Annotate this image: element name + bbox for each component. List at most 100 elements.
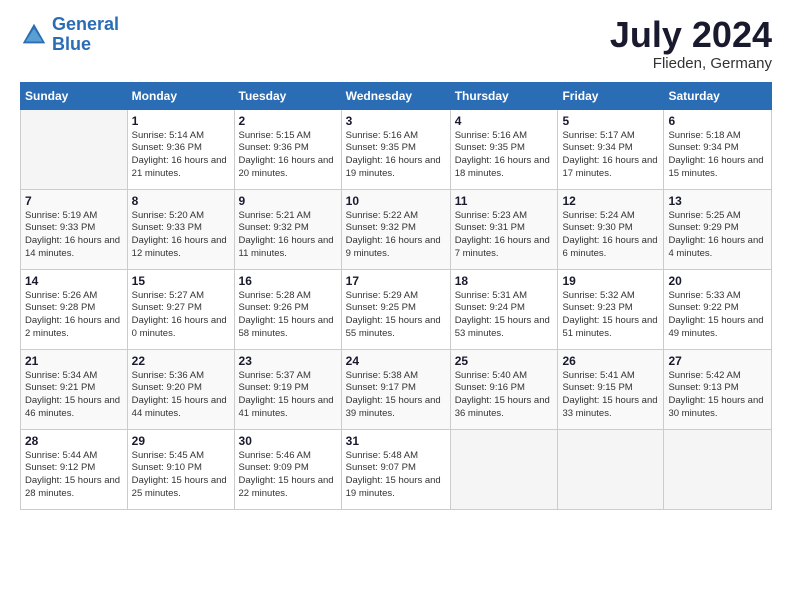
day-info: Sunrise: 5:16 AMSunset: 9:35 PMDaylight:…	[346, 130, 446, 181]
day-info: Sunrise: 5:34 AMSunset: 9:21 PMDaylight:…	[25, 370, 123, 421]
calendar-cell: 15 Sunrise: 5:27 AMSunset: 9:27 PMDayligh…	[127, 269, 234, 349]
day-info: Sunrise: 5:42 AMSunset: 9:13 PMDaylight:…	[668, 370, 767, 421]
day-number: 31	[346, 434, 446, 448]
day-number: 13	[668, 194, 767, 208]
day-number: 2	[239, 114, 337, 128]
day-number: 3	[346, 114, 446, 128]
day-info: Sunrise: 5:18 AMSunset: 9:34 PMDaylight:…	[668, 130, 767, 181]
calendar-cell: 30 Sunrise: 5:46 AMSunset: 9:09 PMDayligh…	[234, 429, 341, 509]
calendar-cell	[664, 429, 772, 509]
calendar-cell: 1 Sunrise: 5:14 AMSunset: 9:36 PMDaylight…	[127, 109, 234, 189]
day-number: 25	[455, 354, 554, 368]
day-number: 29	[132, 434, 230, 448]
calendar-cell: 8Sunrise: 5:20 AMSunset: 9:33 PMDaylight…	[127, 189, 234, 269]
calendar-cell: 31 Sunrise: 5:48 AMSunset: 9:07 PMDayligh…	[341, 429, 450, 509]
day-number: 10	[346, 194, 446, 208]
calendar-table: SundayMondayTuesdayWednesdayThursdayFrid…	[20, 82, 772, 510]
calendar-cell: 14 Sunrise: 5:26 AMSunset: 9:28 PMDayligh…	[21, 269, 128, 349]
calendar-cell: 26 Sunrise: 5:41 AMSunset: 9:15 PMDayligh…	[558, 349, 664, 429]
calendar-cell: 19 Sunrise: 5:32 AMSunset: 9:23 PMDayligh…	[558, 269, 664, 349]
calendar-cell	[558, 429, 664, 509]
week-row-4: 21Sunrise: 5:34 AMSunset: 9:21 PMDayligh…	[21, 349, 772, 429]
day-info: Sunrise: 5:26 AMSunset: 9:28 PMDaylight:…	[25, 290, 123, 341]
title-block: July 2024 Flieden, Germany	[610, 15, 772, 72]
week-row-3: 14 Sunrise: 5:26 AMSunset: 9:28 PMDayligh…	[21, 269, 772, 349]
day-info: Sunrise: 5:40 AMSunset: 9:16 PMDaylight:…	[455, 370, 554, 421]
day-info: Sunrise: 5:14 AMSunset: 9:36 PMDaylight:…	[132, 130, 230, 181]
day-info: Sunrise: 5:48 AMSunset: 9:07 PMDaylight:…	[346, 450, 446, 501]
day-number: 20	[668, 274, 767, 288]
day-number: 28	[25, 434, 123, 448]
calendar-cell: 22 Sunrise: 5:36 AMSunset: 9:20 PMDayligh…	[127, 349, 234, 429]
week-row-2: 7Sunrise: 5:19 AMSunset: 9:33 PMDaylight…	[21, 189, 772, 269]
logo: General Blue	[20, 15, 119, 55]
day-number: 11	[455, 194, 554, 208]
weekday-header-row: SundayMondayTuesdayWednesdayThursdayFrid…	[21, 82, 772, 109]
day-info: Sunrise: 5:25 AMSunset: 9:29 PMDaylight:…	[668, 210, 767, 261]
day-info: Sunrise: 5:41 AMSunset: 9:15 PMDaylight:…	[562, 370, 659, 421]
calendar-cell: 12 Sunrise: 5:24 AMSunset: 9:30 PMDayligh…	[558, 189, 664, 269]
calendar-cell: 18 Sunrise: 5:31 AMSunset: 9:24 PMDayligh…	[450, 269, 558, 349]
weekday-header-sunday: Sunday	[21, 82, 128, 109]
day-info: Sunrise: 5:17 AMSunset: 9:34 PMDaylight:…	[562, 130, 659, 181]
logo-line2: Blue	[52, 34, 91, 54]
location: Flieden, Germany	[610, 55, 772, 72]
week-row-1: 1 Sunrise: 5:14 AMSunset: 9:36 PMDaylight…	[21, 109, 772, 189]
calendar-cell: 5 Sunrise: 5:17 AMSunset: 9:34 PMDaylight…	[558, 109, 664, 189]
calendar-cell: 17Sunrise: 5:29 AMSunset: 9:25 PMDayligh…	[341, 269, 450, 349]
week-row-5: 28Sunrise: 5:44 AMSunset: 9:12 PMDayligh…	[21, 429, 772, 509]
day-info: Sunrise: 5:36 AMSunset: 9:20 PMDaylight:…	[132, 370, 230, 421]
calendar-cell: 24Sunrise: 5:38 AMSunset: 9:17 PMDayligh…	[341, 349, 450, 429]
day-info: Sunrise: 5:15 AMSunset: 9:36 PMDaylight:…	[239, 130, 337, 181]
page-header: General Blue July 2024 Flieden, Germany	[20, 15, 772, 72]
calendar-header: SundayMondayTuesdayWednesdayThursdayFrid…	[21, 82, 772, 109]
weekday-header-friday: Friday	[558, 82, 664, 109]
month-title: July 2024	[610, 15, 772, 55]
day-number: 26	[562, 354, 659, 368]
day-number: 22	[132, 354, 230, 368]
day-number: 23	[239, 354, 337, 368]
day-number: 1	[132, 114, 230, 128]
calendar-cell: 11Sunrise: 5:23 AMSunset: 9:31 PMDayligh…	[450, 189, 558, 269]
day-number: 6	[668, 114, 767, 128]
day-number: 12	[562, 194, 659, 208]
day-info: Sunrise: 5:27 AMSunset: 9:27 PMDaylight:…	[132, 290, 230, 341]
calendar-cell: 27 Sunrise: 5:42 AMSunset: 9:13 PMDayligh…	[664, 349, 772, 429]
weekday-header-monday: Monday	[127, 82, 234, 109]
day-info: Sunrise: 5:33 AMSunset: 9:22 PMDaylight:…	[668, 290, 767, 341]
day-number: 16	[239, 274, 337, 288]
calendar-cell: 23 Sunrise: 5:37 AMSunset: 9:19 PMDayligh…	[234, 349, 341, 429]
calendar-cell	[21, 109, 128, 189]
day-info: Sunrise: 5:46 AMSunset: 9:09 PMDaylight:…	[239, 450, 337, 501]
calendar-cell: 16 Sunrise: 5:28 AMSunset: 9:26 PMDayligh…	[234, 269, 341, 349]
day-number: 5	[562, 114, 659, 128]
calendar-cell: 21Sunrise: 5:34 AMSunset: 9:21 PMDayligh…	[21, 349, 128, 429]
page-container: General Blue July 2024 Flieden, Germany …	[0, 0, 792, 520]
calendar-body: 1 Sunrise: 5:14 AMSunset: 9:36 PMDaylight…	[21, 109, 772, 509]
calendar-cell	[450, 429, 558, 509]
day-info: Sunrise: 5:31 AMSunset: 9:24 PMDaylight:…	[455, 290, 554, 341]
day-info: Sunrise: 5:32 AMSunset: 9:23 PMDaylight:…	[562, 290, 659, 341]
day-info: Sunrise: 5:16 AMSunset: 9:35 PMDaylight:…	[455, 130, 554, 181]
calendar-cell: 25 Sunrise: 5:40 AMSunset: 9:16 PMDayligh…	[450, 349, 558, 429]
calendar-cell: 9Sunrise: 5:21 AMSunset: 9:32 PMDaylight…	[234, 189, 341, 269]
day-info: Sunrise: 5:21 AMSunset: 9:32 PMDaylight:…	[239, 210, 337, 261]
day-number: 14	[25, 274, 123, 288]
calendar-cell: 13 Sunrise: 5:25 AMSunset: 9:29 PMDayligh…	[664, 189, 772, 269]
day-number: 19	[562, 274, 659, 288]
weekday-header-saturday: Saturday	[664, 82, 772, 109]
day-number: 18	[455, 274, 554, 288]
day-number: 27	[668, 354, 767, 368]
day-number: 15	[132, 274, 230, 288]
calendar-cell: 2 Sunrise: 5:15 AMSunset: 9:36 PMDaylight…	[234, 109, 341, 189]
day-info: Sunrise: 5:24 AMSunset: 9:30 PMDaylight:…	[562, 210, 659, 261]
logo-text: General Blue	[52, 15, 119, 55]
day-info: Sunrise: 5:37 AMSunset: 9:19 PMDaylight:…	[239, 370, 337, 421]
calendar-cell: 28Sunrise: 5:44 AMSunset: 9:12 PMDayligh…	[21, 429, 128, 509]
day-number: 8	[132, 194, 230, 208]
calendar-cell: 29Sunrise: 5:45 AMSunset: 9:10 PMDayligh…	[127, 429, 234, 509]
logo-icon	[20, 21, 48, 49]
day-info: Sunrise: 5:28 AMSunset: 9:26 PMDaylight:…	[239, 290, 337, 341]
day-info: Sunrise: 5:22 AMSunset: 9:32 PMDaylight:…	[346, 210, 446, 261]
day-number: 30	[239, 434, 337, 448]
